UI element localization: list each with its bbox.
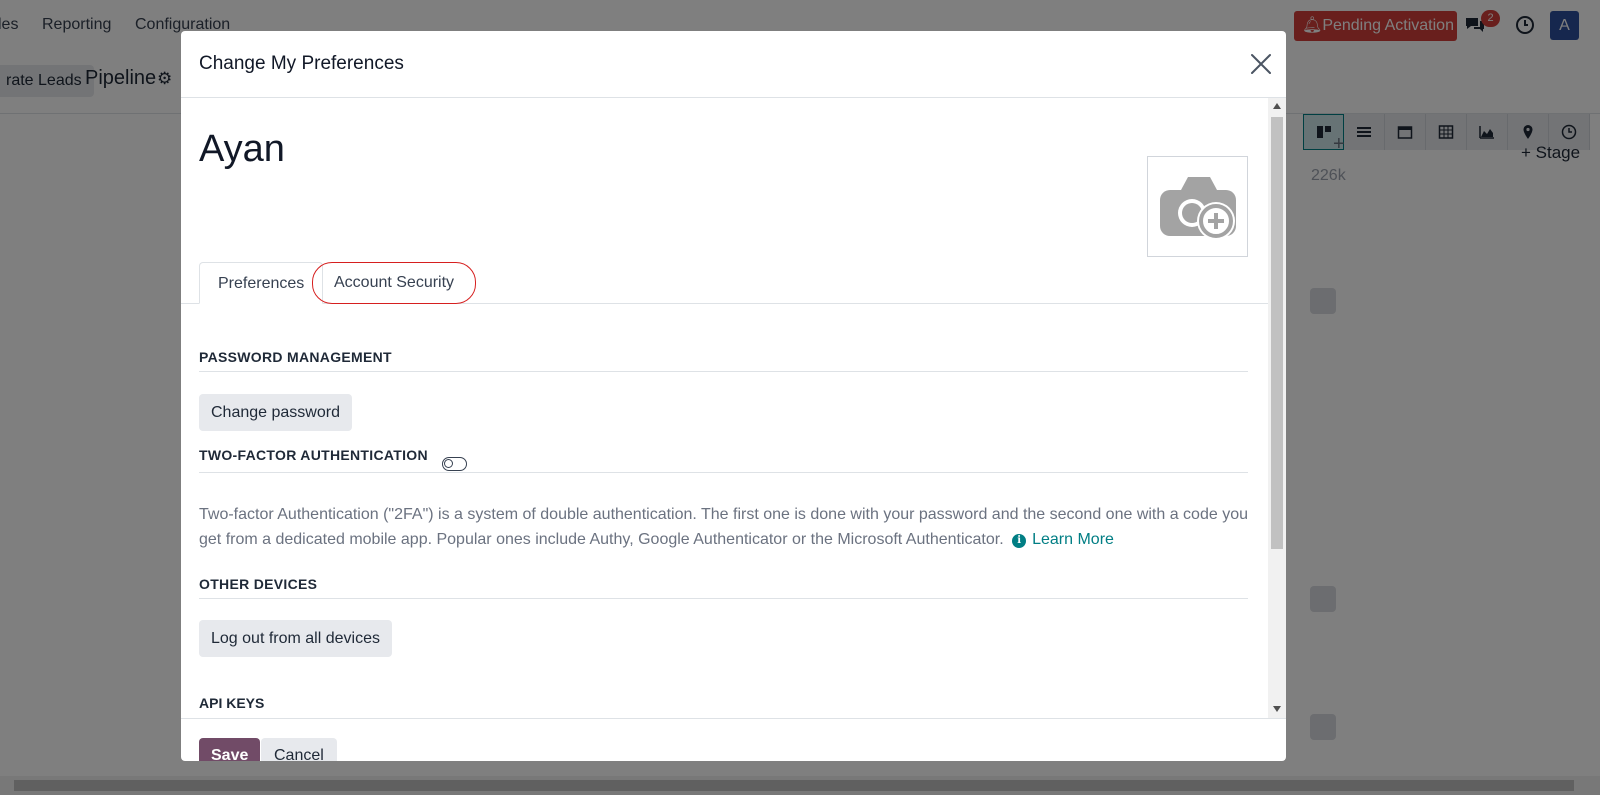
tab-preferences[interactable]: Preferences — [199, 262, 324, 304]
two-factor-heading: TWO-FACTOR AUTHENTICATION — [199, 447, 428, 463]
change-password-button[interactable]: Change password — [199, 394, 352, 431]
avatar-upload[interactable] — [1147, 156, 1248, 257]
dialog-body[interactable]: Ayan Preferences Account Security PASSWO… — [181, 98, 1268, 718]
toggle-knob — [444, 459, 453, 468]
api-keys-heading: API KEYS — [199, 695, 265, 711]
learn-more-link[interactable]: Learn More — [1032, 531, 1114, 548]
preferences-dialog: Change My Preferences Ayan Preferences A… — [181, 31, 1286, 761]
two-factor-description: Two-factor Authentication ("2FA") is a s… — [199, 502, 1249, 552]
tab-account-security[interactable]: Account Security — [312, 262, 477, 304]
cancel-button[interactable]: Cancel — [261, 738, 337, 761]
two-factor-toggle[interactable] — [442, 457, 467, 471]
password-management-heading: PASSWORD MANAGEMENT — [199, 349, 392, 365]
dialog-title: Change My Preferences — [199, 53, 404, 74]
scrollbar-thumb[interactable] — [1271, 117, 1283, 549]
section-divider — [199, 598, 1248, 599]
save-button[interactable]: Save — [199, 738, 261, 761]
info-icon: i — [1012, 534, 1027, 548]
section-divider — [199, 371, 1248, 372]
user-name: Ayan — [199, 128, 285, 170]
dialog-footer: Save Cancel — [181, 718, 1286, 761]
section-divider — [199, 472, 1248, 473]
close-icon[interactable] — [1248, 51, 1274, 77]
logout-all-devices-button[interactable]: Log out from all devices — [199, 620, 392, 657]
camera-add-icon — [1160, 177, 1236, 240]
scroll-up-arrow-icon[interactable] — [1273, 103, 1281, 109]
other-devices-heading: OTHER DEVICES — [199, 576, 318, 592]
vertical-scrollbar[interactable] — [1268, 98, 1286, 718]
dialog-header: Change My Preferences — [181, 31, 1286, 98]
scroll-down-arrow-icon[interactable] — [1273, 706, 1281, 712]
